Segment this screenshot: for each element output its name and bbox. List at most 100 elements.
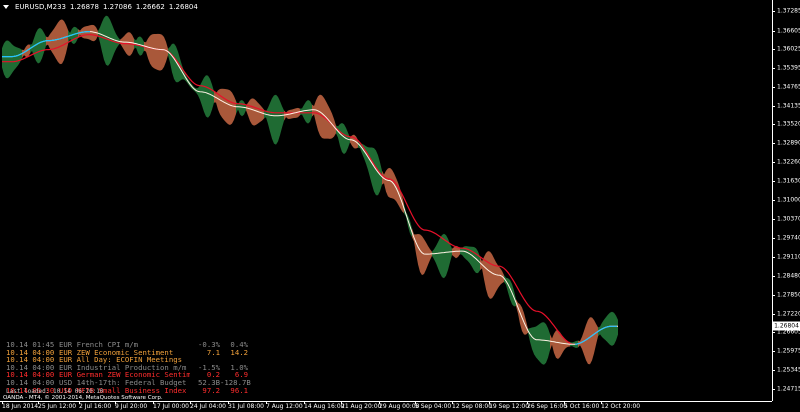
indicator-band-segment bbox=[158, 33, 160, 71]
indicator-band-segment bbox=[428, 245, 430, 265]
indicator-band-segment bbox=[506, 277, 508, 293]
price-tick bbox=[772, 105, 775, 107]
price-tick bbox=[772, 11, 775, 12]
news-forecast: 96.1 bbox=[230, 385, 248, 395]
indicator-band-segment bbox=[528, 328, 530, 342]
indicator-band-segment bbox=[236, 100, 238, 114]
indicator-band-segment bbox=[534, 326, 536, 358]
time-tick bbox=[190, 401, 191, 404]
indicator-band-segment bbox=[372, 147, 374, 192]
indicator-band-segment bbox=[202, 77, 204, 112]
time-tick bbox=[38, 401, 39, 404]
indicator-band-segment bbox=[154, 33, 156, 70]
time-tick bbox=[379, 401, 380, 404]
indicator-band-segment bbox=[532, 327, 534, 355]
indicator-band-segment bbox=[248, 99, 250, 122]
indicator-band-segment bbox=[40, 27, 42, 63]
chart-window[interactable]: EURUSD,M233 1.26878 1.27086 1.26662 1.26… bbox=[0, 0, 800, 412]
indicator-band-segment bbox=[438, 238, 440, 274]
price-tick bbox=[772, 218, 775, 220]
indicator-band-segment bbox=[518, 302, 520, 324]
indicator-band-segment bbox=[344, 124, 346, 155]
indicator-band-segment bbox=[102, 17, 104, 60]
time-tick bbox=[153, 401, 154, 404]
moving-average-lines bbox=[2, 31, 618, 345]
indicator-band-segment bbox=[238, 100, 240, 115]
price-label: 1.27220 bbox=[777, 310, 800, 318]
indicator-band-segment bbox=[470, 246, 472, 267]
indicator-band-segment bbox=[546, 324, 548, 363]
indicator-band-segment bbox=[76, 27, 78, 43]
indicator-band-segment bbox=[584, 324, 586, 361]
indicator-band-segment bbox=[64, 21, 66, 60]
news-actual: 7.1 bbox=[206, 347, 220, 357]
news-event: EUR All Day: ECOFIN Meetings bbox=[59, 356, 183, 364]
indicator-band-segment bbox=[266, 107, 268, 124]
high-price: 1.27086 bbox=[102, 3, 132, 11]
indicator-band-segment bbox=[280, 101, 282, 136]
indicator-band-segment bbox=[308, 100, 310, 124]
indicator-band-segment bbox=[490, 251, 492, 299]
indicator-band-segment bbox=[234, 96, 236, 120]
indicator-band-segment bbox=[208, 75, 210, 118]
price-label: 1.27850 bbox=[777, 291, 800, 299]
moving-average-red bbox=[2, 34, 618, 345]
indicator-band-segment bbox=[204, 75, 206, 117]
indicator-band-segment bbox=[12, 44, 14, 74]
indicator-band-segment bbox=[56, 22, 58, 63]
indicator-band-segment bbox=[66, 24, 68, 54]
indicator-band-segment bbox=[52, 28, 54, 56]
indicator-band-segment bbox=[90, 24, 92, 41]
indicator-band-segment bbox=[10, 42, 12, 77]
indicator-band-segment bbox=[230, 90, 232, 125]
indicator-band-segment bbox=[94, 25, 96, 42]
price-label: 1.25345 bbox=[777, 366, 800, 374]
indicator-band-segment bbox=[390, 167, 392, 199]
price-label: 1.31630 bbox=[777, 177, 800, 185]
dropdown-triangle-icon[interactable] bbox=[3, 5, 9, 9]
indicator-band-segment bbox=[588, 317, 590, 365]
indicator-band-segment bbox=[368, 147, 370, 178]
indicator-band-segment bbox=[86, 25, 88, 39]
time-label: 17 Jul 00:00 bbox=[153, 403, 189, 410]
indicator-band-segment bbox=[342, 123, 344, 155]
time-tick bbox=[564, 401, 565, 404]
indicator-band-segment bbox=[250, 98, 252, 125]
time-label: 5 Sep 04:00 bbox=[415, 403, 452, 410]
news-actual: 97.2 bbox=[202, 385, 220, 395]
news-event: EUR French CPI m/m bbox=[59, 341, 139, 349]
indicator-band-segment bbox=[556, 330, 558, 360]
price-tick bbox=[772, 181, 775, 183]
indicator-band-segment bbox=[482, 256, 484, 280]
indicator-band-segment bbox=[212, 84, 214, 110]
open-price: 1.26878 bbox=[70, 3, 99, 11]
indicator-band-segment bbox=[168, 46, 170, 63]
indicator-band-segment bbox=[370, 147, 372, 185]
indicator-band-segment bbox=[272, 95, 274, 144]
time-label: 24 Jul 04:00 bbox=[190, 403, 226, 410]
time-label: 21 Aug 20:00 bbox=[341, 403, 382, 410]
time-label: 12 Sep 08:00 bbox=[452, 403, 493, 410]
indicator-band-segment bbox=[338, 123, 340, 147]
indicator-band-segment bbox=[162, 34, 164, 70]
time-label: 2 Jul 16:00 bbox=[79, 403, 112, 410]
price-tick bbox=[772, 86, 775, 88]
price-label: 1.32890 bbox=[777, 139, 800, 147]
time-label: 14 Aug 16:00 bbox=[304, 403, 345, 410]
indicator-band-segment bbox=[92, 24, 94, 42]
indicator-band-segment bbox=[426, 242, 428, 270]
indicator-band-segment bbox=[106, 15, 108, 66]
time-label: 7 Aug 12:00 bbox=[266, 403, 303, 410]
indicator-band-segment bbox=[256, 100, 258, 125]
indicator-bands bbox=[2, 15, 618, 365]
indicator-band-segment bbox=[218, 88, 220, 115]
price-label: 1.34765 bbox=[777, 83, 800, 91]
time-label: 19 Sep 12:00 bbox=[489, 403, 530, 410]
indicator-band-segment bbox=[436, 242, 438, 269]
indicator-band-segment bbox=[224, 88, 226, 123]
news-event: USD 14th-17th: Federal Budget Bala bbox=[59, 378, 187, 387]
indicator-band-segment bbox=[582, 330, 584, 355]
indicator-band-segment bbox=[198, 85, 200, 100]
indicator-band-segment bbox=[538, 323, 540, 362]
indicator-band-segment bbox=[274, 94, 276, 145]
